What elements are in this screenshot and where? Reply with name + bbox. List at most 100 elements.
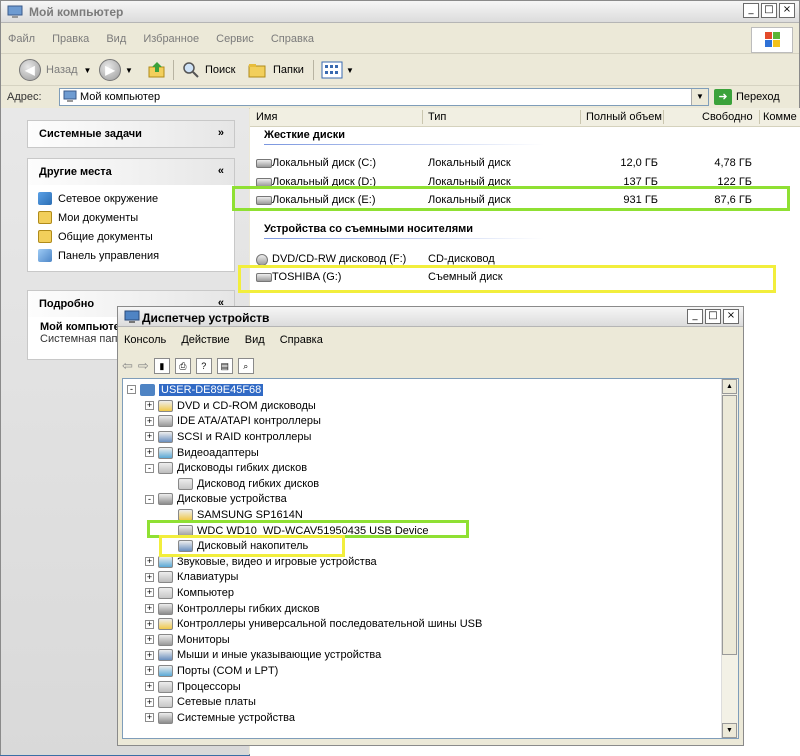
device-icon (158, 446, 173, 459)
minimize-button[interactable]: _ (687, 309, 703, 324)
place-network[interactable]: Сетевое окружение (38, 189, 234, 208)
device-icon (158, 618, 173, 631)
expand-toggle[interactable]: + (145, 604, 154, 614)
tree-label: Сетевые платы (177, 696, 256, 709)
collapse-toggle[interactable]: - (145, 463, 154, 473)
place-shared-documents[interactable]: Общие документы (38, 227, 234, 246)
column-total[interactable]: Полный объем (586, 111, 662, 123)
expand-toggle[interactable]: + (145, 713, 154, 723)
tree-category[interactable]: + DVD и CD-ROM дисководы (145, 398, 316, 414)
folders-button[interactable]: Папки (247, 58, 304, 82)
devmgr-title-bar[interactable]: Диспетчер устройств _ □ × (118, 307, 743, 327)
expand-toggle[interactable]: + (145, 650, 154, 660)
address-bar: Адрес: Мой компьютер ▼ ➜ Переход (1, 85, 799, 109)
tree-category[interactable]: + Сетевые платы (145, 694, 256, 710)
forward-arrow-icon[interactable]: ⇨ (138, 358, 149, 374)
scroll-up-arrow[interactable]: ▲ (722, 379, 737, 394)
expand-toggle[interactable]: + (145, 588, 154, 598)
menu-console[interactable]: Консоль (118, 331, 172, 349)
menu-tools[interactable]: Сервис (209, 31, 261, 47)
print-icon[interactable]: ⎙ (174, 358, 191, 374)
expand-toggle[interactable]: + (145, 697, 154, 707)
scroll-down-arrow[interactable]: ▼ (722, 723, 737, 738)
expand-toggle[interactable]: + (145, 572, 154, 582)
tree-category[interactable]: + Контроллеры гибких дисков (145, 601, 320, 617)
tree-category[interactable]: - Дисководы гибких дисков (145, 460, 307, 476)
forward-button[interactable]: ▶ ▼ (99, 58, 133, 82)
menu-help[interactable]: Справка (274, 331, 329, 349)
search-button[interactable]: Поиск (181, 58, 235, 82)
place-control-panel[interactable]: Панель управления (38, 246, 234, 265)
tree-category[interactable]: + Процессоры (145, 679, 241, 695)
tree-category[interactable]: + SCSI и RAID контроллеры (145, 429, 311, 445)
drive-row[interactable]: Локальный диск (C:) Локальный диск 12,0 … (250, 155, 800, 173)
menu-favorites[interactable]: Избранное (136, 31, 206, 47)
tree-category[interactable]: + Мыши и иные указывающие устройства (145, 648, 381, 664)
system-tasks-header[interactable]: Системные задачи » (28, 121, 234, 147)
go-button[interactable]: ➜ Переход (714, 89, 780, 105)
back-button[interactable]: ◀ Назад ▼ (19, 58, 91, 82)
maximize-button[interactable]: □ (761, 3, 777, 18)
column-free[interactable]: Свободно (702, 111, 753, 123)
title-bar[interactable]: Мой компьютер _ □ × (1, 1, 799, 23)
tree-category[interactable]: + Видеоадаптеры (145, 445, 259, 461)
close-button[interactable]: × (723, 309, 739, 324)
address-dropdown[interactable]: ▼ (691, 89, 708, 105)
address-input[interactable]: Мой компьютер ▼ (59, 88, 709, 106)
other-places-header[interactable]: Другие места « (28, 159, 234, 185)
maximize-button[interactable]: □ (705, 309, 721, 324)
device-icon (158, 649, 173, 662)
collapse-toggle[interactable]: - (145, 494, 154, 504)
expand-toggle[interactable]: + (145, 416, 154, 426)
expand-toggle[interactable]: + (145, 432, 154, 442)
toolbar: ◀ Назад ▼ ▶ ▼ Поиск Папки ▼ (1, 53, 799, 86)
other-places-panel: Другие места « Сетевое окружение Мои док… (27, 158, 235, 272)
forward-arrow-icon: ▶ (99, 59, 121, 81)
up-folder-button[interactable] (147, 58, 167, 82)
menu-file[interactable]: Файл (1, 31, 42, 47)
collapse-chevron-icon: « (217, 165, 224, 177)
menu-action[interactable]: Действие (175, 331, 235, 349)
device-icon (158, 696, 173, 709)
expand-toggle[interactable]: + (145, 448, 154, 458)
tree-label: Дисководы гибких дисков (177, 462, 308, 475)
tree-category[interactable]: + Порты (COM и LPT) (145, 663, 278, 679)
menu-view[interactable]: Вид (239, 331, 271, 349)
scan-hardware-icon[interactable]: ⌕ (237, 358, 254, 374)
expand-toggle[interactable]: + (145, 401, 154, 411)
close-button[interactable]: × (779, 3, 795, 18)
views-button[interactable]: ▼ (321, 58, 354, 82)
tree-category[interactable]: + Компьютер (145, 585, 234, 601)
minimize-button[interactable]: _ (743, 3, 759, 18)
menu-edit[interactable]: Правка (45, 31, 96, 47)
column-name[interactable]: Имя (256, 111, 277, 123)
tree-root[interactable]: - USER-DE89E45F68 (127, 382, 264, 398)
collapse-toggle[interactable]: - (127, 385, 136, 395)
column-type[interactable]: Тип (428, 111, 446, 123)
menu-help[interactable]: Справка (264, 31, 321, 47)
help-icon[interactable]: ? (195, 358, 212, 374)
expand-toggle[interactable]: + (145, 557, 154, 567)
tree-label: DVD и CD-ROM дисководы (177, 399, 316, 412)
tree-device[interactable]: Дисковод гибких дисков (165, 476, 319, 492)
back-arrow-icon[interactable]: ⇦ (122, 358, 133, 374)
tree-category[interactable]: + IDE ATA/ATAPI контроллеры (145, 414, 321, 430)
expand-toggle[interactable]: + (145, 635, 154, 645)
expand-toggle[interactable]: + (145, 619, 154, 629)
tree-category[interactable]: + Клавиатуры (145, 570, 238, 586)
scroll-thumb[interactable] (722, 395, 737, 655)
menu-view[interactable]: Вид (99, 31, 133, 47)
tree-category[interactable]: - Дисковые устройства (145, 492, 287, 508)
place-my-documents[interactable]: Мои документы (38, 208, 234, 227)
show-hide-tree-icon[interactable]: ▮ (153, 358, 170, 374)
tree-category[interactable]: + Контроллеры универсальной последователь… (145, 616, 482, 632)
tree-category[interactable]: + Системные устройства (145, 710, 295, 726)
expand-toggle[interactable]: + (145, 682, 154, 692)
properties-icon[interactable]: ▤ (216, 358, 233, 374)
vertical-scrollbar[interactable]: ▲ ▼ (721, 379, 738, 738)
devmgr-toolbar: ⇦ ⇨ ▮ ⎙ ? ▤ ⌕ (122, 355, 254, 377)
expand-toggle[interactable]: + (145, 666, 154, 676)
device-icon (158, 493, 173, 506)
tree-category[interactable]: + Мониторы (145, 632, 230, 648)
column-comment[interactable]: Комме (763, 111, 797, 123)
